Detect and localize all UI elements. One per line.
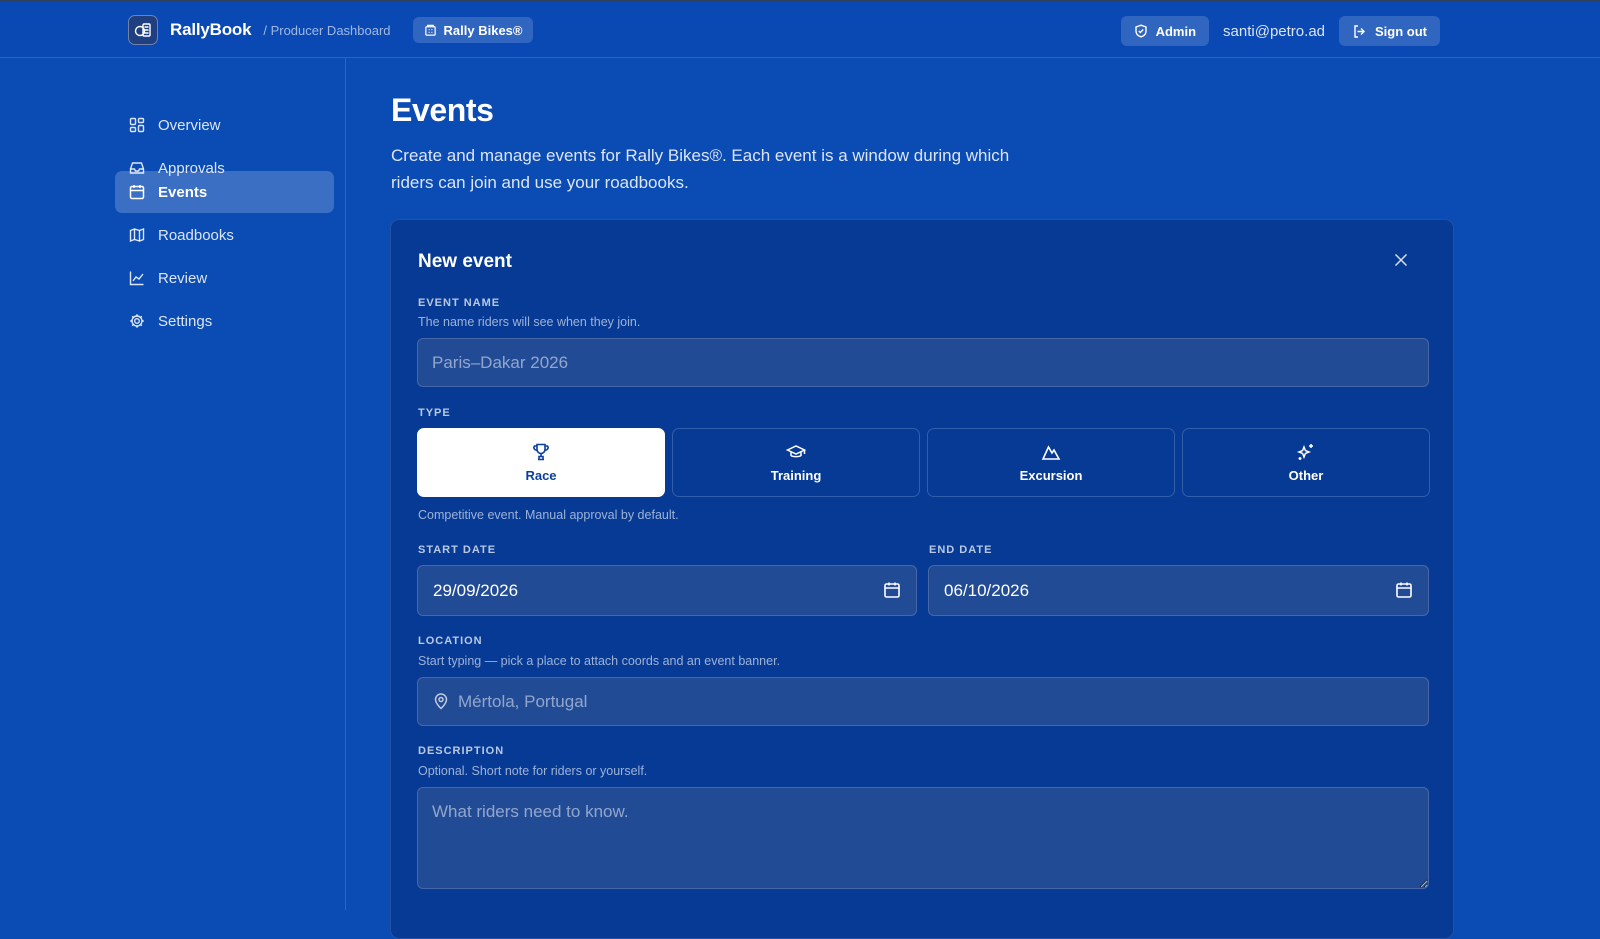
start-date-input[interactable]: 29/09/2026 bbox=[417, 565, 917, 616]
location-input[interactable] bbox=[417, 677, 1429, 726]
form-title: New event bbox=[418, 251, 512, 272]
gear-icon bbox=[129, 313, 145, 329]
description-textarea[interactable] bbox=[417, 787, 1429, 889]
close-button[interactable] bbox=[1391, 250, 1411, 270]
type-option-race[interactable]: Race bbox=[417, 428, 665, 497]
type-option-excursion[interactable]: Excursion bbox=[927, 428, 1175, 497]
sidebar-item-roadbooks[interactable]: Roadbooks bbox=[115, 214, 334, 256]
sidebar-item-label: Settings bbox=[158, 312, 213, 330]
type-option-label: Other bbox=[1288, 468, 1324, 483]
admin-button[interactable]: Admin bbox=[1120, 16, 1210, 46]
page-description: Create and manage events for Rally Bikes… bbox=[391, 146, 1010, 192]
sign-out-icon bbox=[1352, 24, 1367, 39]
shield-icon bbox=[1134, 24, 1148, 38]
sidebar-item-overview[interactable]: Overview bbox=[115, 104, 334, 146]
location-label: LOCATION bbox=[418, 635, 483, 647]
type-hint: Competitive event. Manual approval by de… bbox=[418, 508, 679, 522]
breadcrumb: / Producer Dashboard bbox=[263, 22, 391, 38]
app-name[interactable]: RallyBook bbox=[170, 20, 252, 40]
map-pin-icon bbox=[432, 692, 450, 710]
map-icon bbox=[129, 227, 145, 243]
sidebar-item-review[interactable]: Review bbox=[115, 257, 334, 299]
sidebar-item-events[interactable]: Events bbox=[115, 171, 334, 213]
rallybook-logo-icon[interactable] bbox=[128, 15, 158, 45]
description-hint: Optional. Short note for riders or yours… bbox=[418, 764, 648, 778]
type-option-training[interactable]: Training bbox=[672, 428, 920, 497]
type-option-label: Race bbox=[525, 468, 557, 483]
type-option-other[interactable]: Other bbox=[1182, 428, 1430, 497]
top-bar: RallyBook / Producer Dashboard Rally Bik… bbox=[0, 0, 1600, 58]
user-email: santi@petro.ad bbox=[1223, 22, 1325, 40]
end-date-picker[interactable]: 06/10/2026 bbox=[928, 565, 1429, 616]
building-icon bbox=[424, 24, 437, 37]
calendar-icon[interactable] bbox=[883, 581, 901, 599]
sign-out-label: Sign out bbox=[1375, 23, 1427, 39]
sidebar-item-label: Overview bbox=[158, 116, 221, 134]
description-label: DESCRIPTION bbox=[418, 745, 505, 757]
sidebar-item-label: Review bbox=[158, 269, 208, 287]
end-date-label: END DATE bbox=[929, 544, 993, 556]
page-title: Events bbox=[391, 92, 494, 128]
start-date-label: START DATE bbox=[418, 544, 497, 556]
end-date-input[interactable]: 06/10/2026 bbox=[928, 565, 1429, 616]
start-date-picker[interactable]: 29/09/2026 bbox=[417, 565, 917, 616]
sidebar-item-settings[interactable]: Settings bbox=[115, 300, 334, 342]
brand: RallyBook / Producer Dashboard Rally Bik… bbox=[128, 14, 534, 46]
chart-line-icon bbox=[129, 270, 145, 286]
calendar-icon[interactable] bbox=[1395, 581, 1413, 599]
event-name-hint: The name riders will see when they join. bbox=[418, 315, 641, 329]
account-area: Admin santi@petro.ad Sign out bbox=[1120, 16, 1440, 46]
event-name-input[interactable] bbox=[417, 338, 1429, 387]
sidebar: Overview Approvals Events Roadbooks Revi… bbox=[0, 58, 346, 910]
graduation-cap-icon bbox=[786, 442, 806, 462]
event-name-label: EVENT NAME bbox=[418, 297, 501, 309]
location-hint: Start typing — pick a place to attach co… bbox=[418, 654, 781, 668]
mountain-icon bbox=[1041, 442, 1061, 462]
sidebar-item-label: Roadbooks bbox=[158, 226, 234, 244]
sign-out-button[interactable]: Sign out bbox=[1339, 16, 1440, 46]
close-icon bbox=[1394, 253, 1408, 267]
grid-icon bbox=[129, 117, 145, 133]
sidebar-item-label: Events bbox=[158, 183, 208, 201]
new-event-form: New event EVENT NAME The name riders wil… bbox=[390, 219, 1454, 939]
calendar-icon bbox=[129, 184, 145, 200]
trophy-icon bbox=[531, 442, 551, 462]
sparkles-icon bbox=[1296, 442, 1316, 462]
org-switcher-button[interactable]: Rally Bikes® bbox=[412, 17, 534, 43]
location-search bbox=[417, 677, 1429, 726]
admin-label: Admin bbox=[1155, 23, 1197, 39]
type-option-label: Training bbox=[770, 468, 822, 483]
org-name: Rally Bikes® bbox=[443, 22, 523, 38]
type-label: TYPE bbox=[418, 407, 451, 419]
type-option-label: Excursion bbox=[1019, 468, 1083, 483]
